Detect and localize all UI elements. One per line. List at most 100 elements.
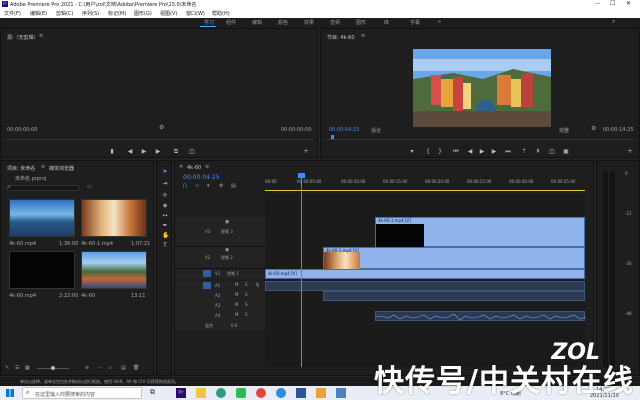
camera-icon[interactable]: ◫ [189, 149, 195, 155]
project-item-thumbnail-3[interactable] [9, 251, 75, 289]
camera-icon[interactable]: ◫ [549, 149, 555, 155]
audio-clip-a2[interactable] [323, 291, 585, 301]
solo-icon[interactable]: S [245, 282, 248, 287]
mark-in-icon[interactable]: { [425, 149, 431, 155]
workspace-effects[interactable]: 效果 [304, 19, 314, 26]
menu-help[interactable]: 帮助(H) [212, 10, 230, 17]
track-id[interactable]: A2 [215, 293, 220, 298]
project-item-thumbnail-2[interactable] [81, 199, 147, 237]
pencil-icon[interactable]: ✎ [5, 365, 9, 371]
project-item-thumbnail-1[interactable] [9, 199, 75, 237]
folder-icon[interactable] [316, 388, 326, 398]
mute-icon[interactable]: M [235, 292, 238, 297]
wechat-icon[interactable] [236, 388, 246, 398]
menu-view[interactable]: 视图(V) [160, 10, 177, 17]
solo-icon[interactable]: S [245, 292, 248, 297]
eye-icon[interactable]: ◉ [225, 219, 229, 225]
wrench-icon[interactable]: ⚙ [159, 124, 164, 131]
windows-start-icon[interactable] [6, 389, 14, 397]
menu-graphics[interactable]: 图形(G) [134, 10, 152, 17]
taskbar-search-box[interactable]: ⌕ 在这里输入你要搜索的内容 [22, 387, 142, 399]
playhead-handle[interactable] [298, 173, 305, 178]
workspace-editing[interactable]: 编辑 [252, 19, 262, 26]
track-id[interactable]: A1 [215, 283, 220, 288]
program-timecode-left[interactable]: 00:00:04:25 [329, 127, 360, 133]
mic-icon[interactable]: 🎙 [255, 282, 260, 287]
step-back-icon[interactable]: ◀ [127, 149, 133, 155]
clip-v3[interactable]: 4k-60-1.mp4 [V] [375, 217, 585, 248]
source-scrubber[interactable] [7, 139, 313, 140]
comparison-icon[interactable]: ▣ [563, 149, 569, 155]
track-id[interactable]: A3 [215, 303, 220, 308]
add-button-icon[interactable]: + [303, 149, 309, 155]
icon-view-icon[interactable]: ▦ [25, 365, 30, 371]
sort-icon[interactable]: ≡ [85, 365, 89, 371]
audio-clip-a1[interactable] [265, 281, 585, 291]
clip-v2[interactable]: 4k-60-1.mp4 [V] [323, 247, 585, 270]
razor-tool-icon[interactable]: ◈ [162, 203, 168, 209]
mix-value[interactable]: 0.0 [231, 323, 237, 328]
menu-edit[interactable]: 编辑(E) [30, 10, 47, 17]
word-icon[interactable] [296, 388, 306, 398]
minimize-icon[interactable]: — [595, 1, 600, 7]
menu-sequence[interactable]: 序列(S) [82, 10, 99, 17]
extract-icon[interactable]: ⇞ [535, 149, 541, 155]
workspace-captions[interactable]: 字幕 [410, 19, 420, 26]
marker-icon[interactable]: ▾ [409, 149, 415, 155]
edge-icon[interactable] [216, 388, 226, 398]
close-icon[interactable]: ✕ [626, 0, 631, 7]
timeline-timecode[interactable]: 00:00:04:25 [183, 174, 220, 181]
workspace-audio[interactable]: 音频 [330, 19, 340, 26]
panel-menu-icon[interactable]: ≡ [361, 33, 365, 39]
eye-icon[interactable]: ◉ [225, 247, 229, 253]
caption-icon[interactable]: ▤ [231, 183, 236, 189]
list-view-icon[interactable]: ☰ [15, 365, 19, 371]
task-view-icon[interactable]: ⧉ [150, 388, 155, 397]
zoom-fit-select[interactable]: 适合 [371, 127, 381, 134]
ripple-edit-tool-icon[interactable]: ✛ [162, 193, 168, 199]
menu-clip[interactable]: 剪辑(C) [56, 10, 73, 17]
zoom-slider-handle[interactable] [51, 366, 55, 370]
workspace-graphics[interactable]: 图形 [356, 19, 366, 26]
workspace-more-icon[interactable]: » [438, 19, 441, 25]
trash-icon[interactable]: 🗑 [133, 365, 139, 371]
step-back-icon[interactable]: ◀ [467, 149, 473, 155]
photos-icon[interactable] [336, 388, 346, 398]
project-search-input[interactable] [7, 185, 79, 191]
new-item-icon[interactable]: ▤ [121, 365, 126, 371]
timeline-ruler[interactable]: 00:00 00:00:05:00 00:00:10:00 00:00:15:0… [265, 177, 585, 191]
track-id[interactable]: V1 [215, 271, 220, 276]
new-bin-icon[interactable]: ▭ [87, 184, 92, 190]
track-id[interactable]: V2 [205, 255, 210, 260]
audio-clip-a4[interactable] [375, 311, 587, 321]
pen-tool-icon[interactable]: ✒ [162, 223, 168, 229]
automate-icon[interactable]: ⋯ [97, 365, 102, 371]
close-tab-icon[interactable]: ✕ [179, 164, 183, 170]
wrench-icon[interactable]: ⚙ [219, 183, 223, 189]
mute-icon[interactable]: M [235, 302, 238, 307]
quality-select[interactable]: 完整 [559, 127, 569, 134]
go-to-out-icon[interactable]: ⏭ [505, 149, 511, 155]
hand-tool-icon[interactable]: ✋ [162, 233, 169, 239]
mute-icon[interactable]: M [235, 312, 238, 317]
chrome-icon[interactable] [256, 388, 266, 398]
playhead[interactable] [301, 173, 302, 367]
media-browser-tab[interactable]: 媒体浏览器 [49, 165, 74, 172]
mark-out-icon[interactable]: } [437, 149, 443, 155]
wrench-icon[interactable]: ⚙ [591, 125, 596, 132]
panel-menu-icon[interactable]: ≡ [39, 33, 43, 39]
program-scrubber[interactable] [327, 139, 633, 140]
menu-window[interactable]: 窗口(W) [186, 10, 205, 17]
selection-tool-icon[interactable]: ➤ [162, 169, 168, 175]
track-select-tool-icon[interactable]: ⇥ [162, 181, 168, 187]
add-button-icon[interactable]: + [627, 149, 633, 155]
source-patch-v1[interactable] [203, 270, 211, 277]
workspace-color[interactable]: 颜色 [278, 19, 288, 26]
workspace-libraries[interactable]: 库 [384, 19, 389, 26]
workspace-learn[interactable]: 学习 [204, 19, 214, 26]
play-icon[interactable]: ▶ [141, 149, 147, 155]
add-marker-icon[interactable]: ▾ [207, 183, 210, 189]
lift-icon[interactable]: ⇡ [521, 149, 527, 155]
workspace-assembly[interactable]: 组件 [226, 19, 236, 26]
play-icon[interactable]: ▶ [479, 149, 485, 155]
